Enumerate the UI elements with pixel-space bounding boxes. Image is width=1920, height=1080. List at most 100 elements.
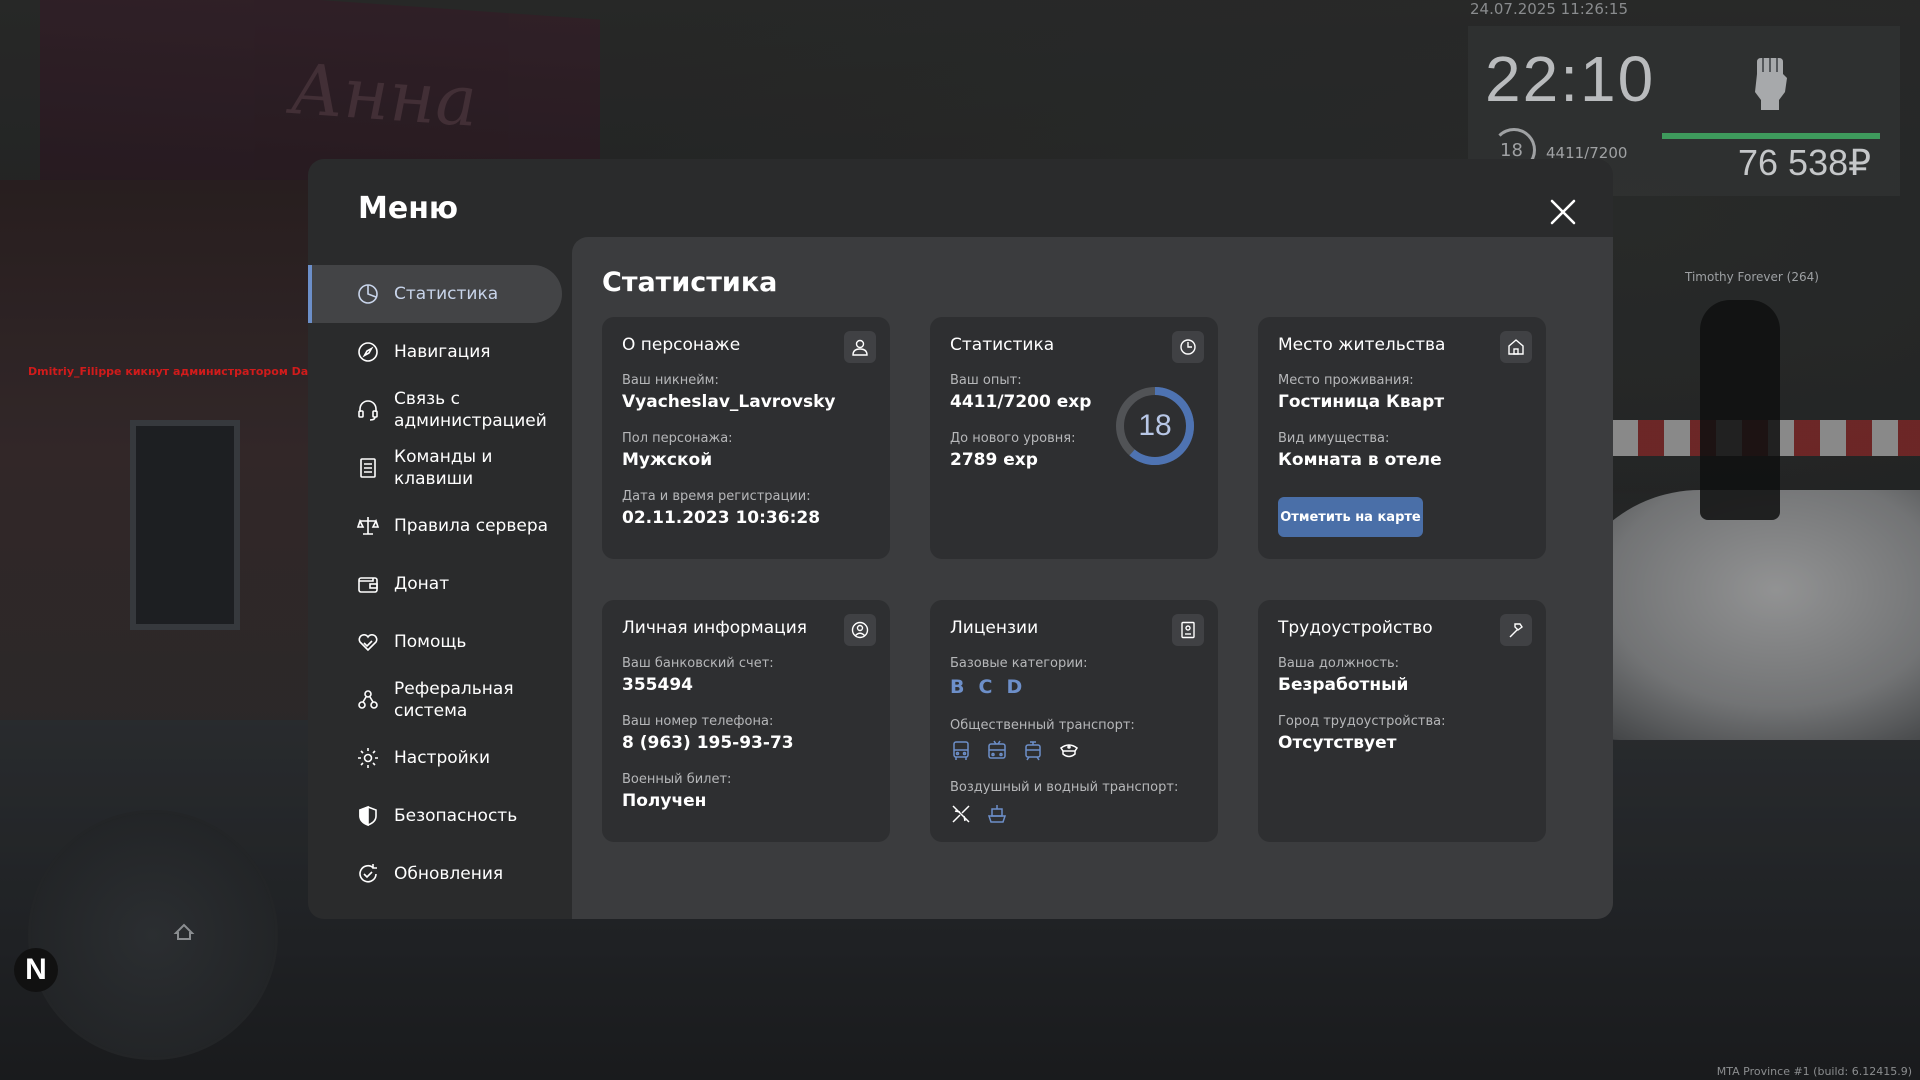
compass-north: N bbox=[14, 948, 58, 992]
bank-account-label: Ваш банковский счет: bbox=[622, 656, 774, 671]
sidebar-item-label: Настройки bbox=[394, 748, 491, 768]
close-icon[interactable] bbox=[1546, 195, 1580, 229]
gear-icon bbox=[358, 748, 378, 768]
sidebar-item-label: Помощь bbox=[394, 632, 467, 652]
sidebar-item-navigation[interactable]: Навигация bbox=[308, 323, 573, 381]
card-personal-info: Личная информация Ваш банковский счет: 3… bbox=[602, 600, 890, 842]
next-level-label: До нового уровня: bbox=[950, 431, 1076, 446]
nickname-value: Vyacheslav_Lavrovsky bbox=[622, 392, 836, 412]
sidebar-item-donate[interactable]: Донат bbox=[308, 555, 573, 613]
exp-label: Ваш опыт: bbox=[950, 373, 1022, 388]
public-transport-icons bbox=[950, 740, 1080, 762]
base-categories-label: Базовые категории: bbox=[950, 656, 1088, 671]
gender-value: Мужской bbox=[622, 450, 713, 470]
sidebar-item-label: Навигация bbox=[394, 342, 491, 362]
sidebar-item-commands[interactable]: Команды и клавиши bbox=[308, 439, 573, 497]
refresh-check-icon bbox=[359, 864, 377, 883]
job-city-label: Город трудоустройства: bbox=[1278, 714, 1446, 729]
content-title: Статистика bbox=[602, 267, 778, 298]
clock-chart-icon bbox=[1180, 339, 1196, 355]
house-icon bbox=[1508, 339, 1524, 355]
air-water-transport-icons bbox=[950, 803, 1008, 825]
phone-value: 8 (963) 195-93-73 bbox=[622, 733, 794, 753]
sidebar-item-rules[interactable]: Правила сервера bbox=[308, 497, 573, 555]
taxi-cap-icon bbox=[1059, 744, 1079, 758]
card-icon-box bbox=[1500, 331, 1532, 363]
air-water-transport-label: Воздушный и водный транспорт: bbox=[950, 780, 1179, 795]
compass-icon bbox=[358, 342, 378, 362]
hud-level: 18 bbox=[1500, 140, 1523, 161]
hud-money: 76 538₽ bbox=[1738, 142, 1872, 183]
sidebar-item-security[interactable]: Безопасность bbox=[308, 787, 573, 845]
wallet-icon bbox=[358, 577, 378, 593]
military-id-label: Военный билет: bbox=[622, 772, 732, 787]
pie-chart-icon bbox=[358, 284, 378, 304]
sidebar-item-label: Реферальная система bbox=[394, 679, 514, 721]
card-title: Личная информация bbox=[622, 618, 808, 638]
mark-on-map-button[interactable]: Отметить на карте bbox=[1278, 497, 1423, 537]
fist-icon bbox=[1755, 58, 1787, 110]
position-label: Ваша должность: bbox=[1278, 656, 1400, 671]
phone-label: Ваш номер телефона: bbox=[622, 714, 774, 729]
plane-icon bbox=[952, 805, 970, 823]
build-info: MTA Province #1 (build: 6.12415.9) bbox=[1716, 1065, 1912, 1078]
card-title: Статистика bbox=[950, 335, 1055, 355]
residence-place-value: Гостиница Кварт bbox=[1278, 392, 1445, 412]
user-icon bbox=[852, 339, 868, 356]
sidebar-item-label: Обновления bbox=[394, 864, 504, 884]
sidebar-item-admin-contact[interactable]: Связь с администрацией bbox=[308, 381, 573, 439]
card-icon-box bbox=[844, 614, 876, 646]
registration-label: Дата и время регистрации: bbox=[622, 489, 811, 504]
category-b: B bbox=[950, 676, 965, 698]
card-title: О персонаже bbox=[622, 335, 741, 355]
player-nametag: Timothy Forever (264) bbox=[1685, 270, 1819, 284]
headset-icon bbox=[358, 400, 378, 421]
menu-title: Меню bbox=[358, 191, 459, 226]
sidebar-item-settings[interactable]: Настройки bbox=[308, 729, 573, 787]
card-licenses: Лицензии Базовые категории: B C D Общест… bbox=[930, 600, 1218, 842]
residence-place-label: Место проживания: bbox=[1278, 373, 1414, 388]
sidebar: Статистика Навигация Связь с администрац… bbox=[308, 265, 573, 903]
sidebar-item-label: Статистика bbox=[394, 284, 499, 304]
people-icon bbox=[358, 690, 378, 709]
public-transport-label: Общественный транспорт: bbox=[950, 718, 1135, 733]
sidebar-item-referral[interactable]: Реферальная система bbox=[308, 671, 573, 729]
shield-icon bbox=[359, 805, 377, 827]
id-card-icon bbox=[1181, 621, 1195, 639]
content-panel: Статистика О персонаже Ваш никнейм: Vyac… bbox=[572, 237, 1613, 919]
card-icon-box bbox=[1172, 614, 1204, 646]
health-bar bbox=[1662, 133, 1880, 139]
sidebar-item-help[interactable]: Помощь bbox=[308, 613, 573, 671]
sidebar-item-label: Безопасность bbox=[394, 806, 518, 826]
sidebar-item-label: Правила сервера bbox=[394, 516, 549, 536]
card-icon-box bbox=[1500, 614, 1532, 646]
sidebar-item-statistics[interactable]: Статистика bbox=[308, 265, 562, 323]
minimap bbox=[28, 810, 278, 1060]
bank-account-value: 355494 bbox=[622, 675, 693, 695]
sidebar-item-label: Команды и клавиши bbox=[394, 447, 493, 489]
property-type-label: Вид имущества: bbox=[1278, 431, 1390, 446]
position-value: Безработный bbox=[1278, 675, 1409, 695]
hud-time: 22:10 bbox=[1485, 43, 1656, 115]
next-level-value: 2789 exp bbox=[950, 450, 1038, 470]
job-city-value: Отсутствует bbox=[1278, 733, 1397, 753]
sidebar-item-updates[interactable]: Обновления bbox=[308, 845, 573, 903]
player-marker-icon bbox=[173, 923, 195, 940]
level-number: 18 bbox=[1138, 409, 1172, 442]
military-id-value: Получен bbox=[622, 791, 707, 811]
scales-icon bbox=[356, 517, 380, 535]
card-residence: Место жительства Место проживания: Гости… bbox=[1258, 317, 1546, 559]
card-statistics: Статистика Ваш опыт: 4411/7200 exp До но… bbox=[930, 317, 1218, 559]
card-character: О персонаже Ваш никнейм: Vyacheslav_Lavr… bbox=[602, 317, 890, 559]
bus-icon bbox=[953, 741, 969, 760]
user-circle-icon bbox=[851, 621, 869, 639]
registration-value: 02.11.2023 10:36:28 bbox=[622, 508, 821, 528]
exp-value: 4411/7200 exp bbox=[950, 392, 1092, 412]
boat-icon bbox=[987, 805, 1007, 823]
license-categories: B C D bbox=[950, 676, 1022, 698]
sidebar-item-label: Донат bbox=[394, 574, 450, 594]
sidebar-item-label: Связь с администрацией bbox=[394, 389, 547, 431]
card-title: Лицензии bbox=[950, 618, 1039, 638]
menu-window: Меню Статистика Навигация Связь с админи… bbox=[308, 159, 1613, 919]
card-employment: Трудоустройство Ваша должность: Безработ… bbox=[1258, 600, 1546, 842]
